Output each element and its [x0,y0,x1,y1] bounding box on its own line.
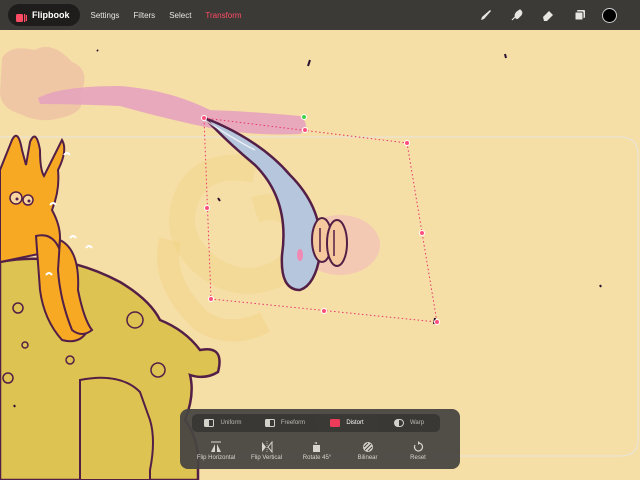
layers-icon[interactable] [571,6,589,24]
menu-filters[interactable]: Filters [133,11,155,20]
flip-horizontal-icon [210,441,222,453]
mode-freeform-label: Freeform [280,420,306,426]
transform-handle-bottom-right[interactable] [434,319,440,325]
drawing-canvas[interactable] [0,0,640,480]
bilinear-icon [362,441,374,453]
main-menu: Settings Filters Select Transform [91,11,242,20]
warp-icon [393,419,404,427]
smudge-icon[interactable] [508,6,526,24]
reset-label: Reset [410,455,426,461]
mode-freeform[interactable]: Freeform [254,414,316,432]
transform-handle-bottom[interactable] [321,308,327,314]
flip-horizontal-label: Flip Horizontal [196,455,236,461]
transform-mode-selector: Uniform Freeform Distort Warp [192,414,440,432]
mode-warp-label: Warp [409,420,425,426]
bilinear-label: Bilinear [357,455,378,461]
reset-icon [412,441,424,453]
brush-icon[interactable] [477,6,495,24]
mode-warp[interactable]: Warp [378,414,440,432]
rotation-handle[interactable] [301,114,307,120]
flip-vertical-label: Flip Vertical [250,455,282,461]
transform-handle-top-right[interactable] [404,140,410,146]
app-brand[interactable]: Flipbook [8,4,80,26]
transform-handle-right[interactable] [419,230,425,236]
color-swatch-button[interactable] [602,8,617,23]
distort-icon [330,419,341,427]
flip-vertical-icon [261,441,273,453]
mode-uniform[interactable]: Uniform [192,414,254,432]
mode-distort-label: Distort [346,420,364,426]
flip-horizontal-button[interactable]: Flip Horizontal [192,441,240,461]
rotate-45-button[interactable]: Rotate 45° [293,441,341,461]
menu-select[interactable]: Select [169,11,191,20]
transform-handle-top-left[interactable] [201,115,207,121]
app-title: Flipbook [32,10,70,20]
transform-actions: Flip Horizontal Flip Vertical Rotate 45°… [192,441,442,461]
menu-settings[interactable]: Settings [91,11,120,20]
transform-handle-left[interactable] [204,205,210,211]
uniform-icon [204,419,215,427]
flipbook-logo-icon [16,10,27,22]
eraser-icon[interactable] [539,6,557,24]
transform-handle-top[interactable] [302,127,308,133]
rotate-icon [311,441,323,453]
transform-panel: Uniform Freeform Distort Warp Flip Horiz… [180,409,460,469]
menu-transform[interactable]: Transform [205,11,241,20]
freeform-icon [264,419,275,427]
bilinear-button[interactable]: Bilinear [344,441,392,461]
rotate-45-label: Rotate 45° [302,455,332,461]
flip-vertical-button[interactable]: Flip Vertical [243,441,291,461]
reset-button[interactable]: Reset [394,441,442,461]
mode-distort[interactable]: Distort [316,414,378,432]
mode-uniform-label: Uniform [220,420,242,426]
transform-handle-bottom-left[interactable] [208,296,214,302]
